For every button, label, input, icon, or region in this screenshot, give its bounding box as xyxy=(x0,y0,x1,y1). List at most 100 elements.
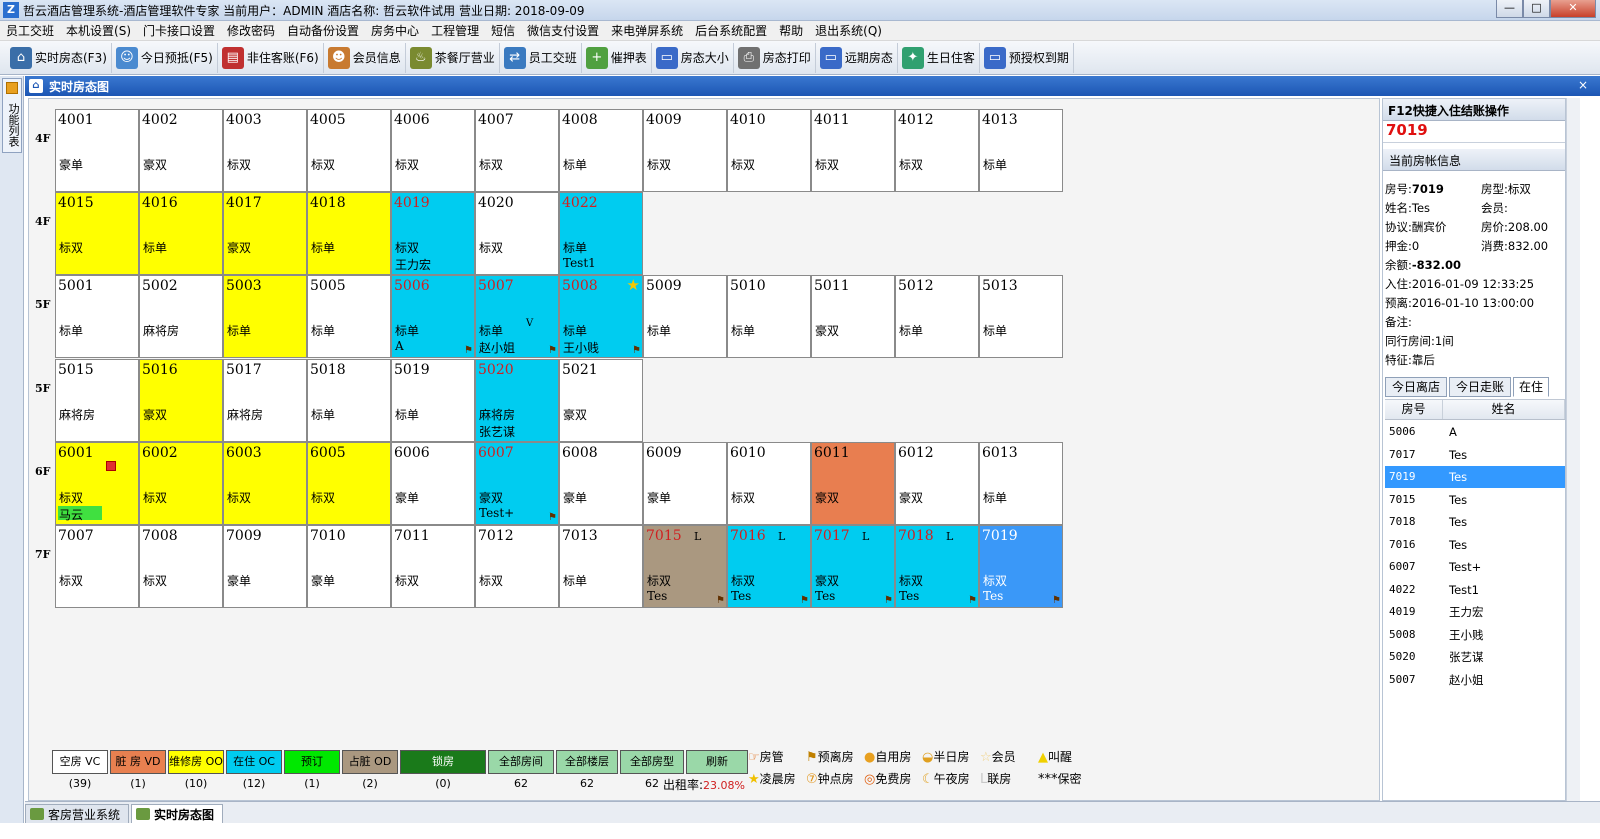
table-row[interactable]: 5020 张艺谋 xyxy=(1385,646,1565,668)
room-cell[interactable]: 4005 标双 xyxy=(307,109,391,192)
room-cell[interactable]: 6008 豪单 xyxy=(559,442,643,525)
toolbar-button-9[interactable]: ▭ 远期房态 xyxy=(816,42,898,73)
room-cell[interactable]: 5013 标单 xyxy=(979,275,1063,358)
room-cell[interactable]: 5015 麻将房 xyxy=(55,359,139,442)
room-cell[interactable]: 4010 标双 xyxy=(727,109,811,192)
room-cell[interactable]: 7016 标双 Tes L ⚑ xyxy=(727,525,811,608)
legend-button-9[interactable]: 全部房型 xyxy=(620,750,684,774)
room-cell[interactable]: 7012 标双 xyxy=(475,525,559,608)
column-name[interactable]: 姓名 xyxy=(1443,400,1565,419)
legend-button-0[interactable]: 空房 VC xyxy=(52,750,108,774)
legend-button-10[interactable]: 刷新 xyxy=(686,750,748,774)
room-cell[interactable]: 5005 标单 xyxy=(307,275,391,358)
toolbar-button-2[interactable]: ▤ 非住客账(F6) xyxy=(218,42,324,73)
room-cell[interactable]: 5017 麻将房 xyxy=(223,359,307,442)
room-cell[interactable]: 4020 标双 xyxy=(475,192,559,275)
room-cell[interactable]: 7013 标单 xyxy=(559,525,643,608)
room-cell[interactable]: 5012 标单 xyxy=(895,275,979,358)
function-list-tab[interactable]: 功能列表 xyxy=(2,78,22,153)
room-cell[interactable]: 4001 豪单 xyxy=(55,109,139,192)
room-cell[interactable]: 6010 标双 xyxy=(727,442,811,525)
column-room-no[interactable]: 房号 xyxy=(1385,400,1443,419)
maximize-button[interactable]: □ xyxy=(1523,0,1550,18)
menu-item[interactable]: 工程管理 xyxy=(425,22,485,39)
room-cell[interactable]: 6006 豪单 xyxy=(391,442,475,525)
quick-room-input[interactable]: 7019 xyxy=(1383,121,1565,143)
room-cell[interactable]: 6002 标双 xyxy=(139,442,223,525)
legend-button-6[interactable]: 锁房 xyxy=(400,750,486,774)
room-cell[interactable]: 5020 麻将房 张艺谋 xyxy=(475,359,559,442)
toolbar-button-0[interactable]: ⌂ 实时房态(F3) xyxy=(6,42,112,73)
guest-tab-1[interactable]: 今日走账 xyxy=(1449,377,1511,397)
table-row[interactable]: 5006 A xyxy=(1385,421,1565,443)
guest-tab-2[interactable]: 在住 xyxy=(1513,377,1549,397)
room-cell[interactable]: 7007 标双 xyxy=(55,525,139,608)
room-cell[interactable]: 4011 标双 xyxy=(811,109,895,192)
room-cell[interactable]: 5018 标单 xyxy=(307,359,391,442)
room-cell[interactable]: 5019 标单 xyxy=(391,359,475,442)
right-panel-scrollbar[interactable] xyxy=(1566,98,1580,801)
legend-button-4[interactable]: 预订 xyxy=(284,750,340,774)
toolbar-button-3[interactable]: ☻ 会员信息 xyxy=(324,42,406,73)
room-cell[interactable]: 7008 标双 xyxy=(139,525,223,608)
room-cell[interactable]: 5002 麻将房 xyxy=(139,275,223,358)
menu-item[interactable]: 短信 xyxy=(485,22,521,39)
legend-button-7[interactable]: 全部房间 xyxy=(488,750,554,774)
menu-item[interactable]: 微信支付设置 xyxy=(521,22,605,39)
room-cell[interactable]: 7018 标双 Tes L ⚑ xyxy=(895,525,979,608)
toolbar-button-7[interactable]: ▭ 房态大小 xyxy=(652,42,734,73)
panel-close-button[interactable]: × xyxy=(1578,78,1588,92)
toolbar-button-8[interactable]: ⎙ 房态打印 xyxy=(734,42,816,73)
room-cell[interactable]: 6012 豪双 xyxy=(895,442,979,525)
toolbar-button-10[interactable]: ✦ 生日住客 xyxy=(898,42,980,73)
room-cell[interactable]: 4006 标双 xyxy=(391,109,475,192)
table-row[interactable]: 4022 Test1 xyxy=(1385,579,1565,601)
room-cell[interactable]: 4008 标单 xyxy=(559,109,643,192)
room-cell[interactable]: 4009 标双 xyxy=(643,109,727,192)
menu-item[interactable]: 后台系统配置 xyxy=(689,22,773,39)
window-tab-0[interactable]: 客房营业系统 xyxy=(25,804,130,823)
menu-item[interactable]: 来电弹屏系统 xyxy=(605,22,689,39)
room-cell[interactable]: 7015 标双 Tes L ⚑ xyxy=(643,525,727,608)
toolbar-button-1[interactable]: ☺ 今日预抵(F5) xyxy=(112,42,218,73)
menu-item[interactable]: 房务中心 xyxy=(365,22,425,39)
room-cell[interactable]: 6005 标双 xyxy=(307,442,391,525)
room-cell[interactable]: 6001 标双 马云 xyxy=(55,442,139,525)
menu-item[interactable]: 自动备份设置 xyxy=(281,22,365,39)
room-cell[interactable]: 5008 标单 王小贱 ★ ⚑ xyxy=(559,275,643,358)
table-row[interactable]: 7015 Tes xyxy=(1385,489,1565,511)
window-tab-1[interactable]: 实时房态图 xyxy=(131,804,224,823)
room-cell[interactable]: 5011 豪双 xyxy=(811,275,895,358)
room-cell[interactable]: 6013 标单 xyxy=(979,442,1063,525)
table-row[interactable]: 7018 Tes xyxy=(1385,511,1565,533)
room-cell[interactable]: 7010 豪单 xyxy=(307,525,391,608)
legend-button-2[interactable]: 维修房 OO xyxy=(168,750,224,774)
menu-item[interactable]: 本机设置(S) xyxy=(60,22,137,39)
room-cell[interactable]: 4018 标单 xyxy=(307,192,391,275)
table-row[interactable]: 5007 赵小姐 xyxy=(1385,669,1565,691)
room-cell[interactable]: 6003 标双 xyxy=(223,442,307,525)
room-cell[interactable]: 4007 标双 xyxy=(475,109,559,192)
table-row[interactable]: 5008 王小贱 xyxy=(1385,624,1565,646)
room-cell[interactable]: 4019 标双 王力宏 xyxy=(391,192,475,275)
menu-item[interactable]: 员工交班 xyxy=(0,22,60,39)
legend-button-3[interactable]: 在住 OC xyxy=(226,750,282,774)
room-cell[interactable]: 4017 豪双 xyxy=(223,192,307,275)
room-cell[interactable]: 7017 豪双 Tes L ⚑ xyxy=(811,525,895,608)
room-cell[interactable]: 5007 标单 赵小姐 V ⚑ xyxy=(475,275,559,358)
legend-button-8[interactable]: 全部楼层 xyxy=(556,750,618,774)
room-cell[interactable]: 7011 标双 xyxy=(391,525,475,608)
close-button[interactable]: ✕ xyxy=(1550,0,1596,18)
menu-item[interactable]: 修改密码 xyxy=(221,22,281,39)
room-cell[interactable]: 4002 豪双 xyxy=(139,109,223,192)
room-cell[interactable]: 5010 标单 xyxy=(727,275,811,358)
toolbar-button-6[interactable]: + 催押表 xyxy=(582,42,652,73)
room-cell[interactable]: 6009 豪单 xyxy=(643,442,727,525)
table-row[interactable]: 7019 Tes xyxy=(1385,466,1565,488)
room-cell[interactable]: 4003 标双 xyxy=(223,109,307,192)
table-row[interactable]: 7017 Tes xyxy=(1385,444,1565,466)
toolbar-button-11[interactable]: ▭ 预授权到期 xyxy=(980,42,1074,73)
menu-item[interactable]: 门卡接口设置 xyxy=(137,22,221,39)
room-cell[interactable]: 6007 豪双 Test+ ⚑ xyxy=(475,442,559,525)
room-cell[interactable]: 6011 豪双 xyxy=(811,442,895,525)
